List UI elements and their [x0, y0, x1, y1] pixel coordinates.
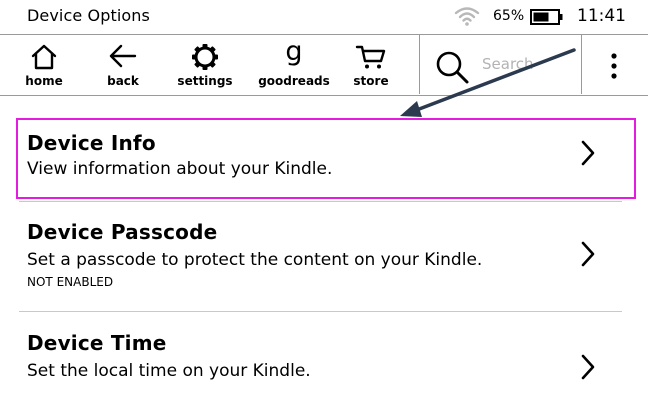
search-box[interactable]	[419, 35, 582, 94]
search-input[interactable]	[482, 55, 572, 73]
battery-icon	[530, 9, 563, 25]
status-bar: Device Options 65% 11:41	[0, 0, 648, 34]
home-label: home	[25, 74, 63, 88]
gear-icon	[192, 44, 218, 70]
home-icon	[31, 44, 57, 70]
list-item-device-time[interactable]: Device Time Set the local time on your K…	[0, 320, 648, 410]
clock: 11:41	[577, 6, 626, 26]
list-item-device-passcode[interactable]: Device Passcode Set a passcode to protec…	[0, 208, 648, 303]
goodreads-button[interactable]: g goodreads	[258, 35, 330, 95]
settings-button[interactable]: settings	[173, 35, 237, 95]
item-title: Device Time	[27, 331, 167, 355]
chevron-right-icon	[581, 354, 595, 380]
vertical-ellipsis-icon[interactable]	[598, 49, 630, 83]
goodreads-label: goodreads	[258, 74, 330, 88]
divider	[19, 201, 622, 202]
status-title: Device Options	[27, 6, 150, 25]
back-arrow-icon	[109, 44, 137, 68]
battery-percentage: 65%	[493, 8, 525, 24]
cart-icon	[355, 45, 386, 69]
status-text: NOT ENABLED	[27, 275, 114, 289]
goodreads-icon: g	[285, 36, 303, 67]
highlight-box	[16, 118, 636, 199]
store-button[interactable]: store	[344, 35, 398, 95]
search-icon[interactable]	[434, 49, 470, 85]
wifi-icon	[454, 7, 480, 26]
item-description: Set the local time on your Kindle.	[27, 361, 311, 381]
chevron-right-icon	[581, 241, 595, 267]
item-description: Set a passcode to protect the content on…	[27, 250, 483, 270]
settings-label: settings	[177, 74, 233, 88]
divider	[19, 311, 622, 312]
back-label: back	[107, 74, 139, 88]
item-title: Device Passcode	[27, 220, 218, 244]
toolbar: home back settings g goodreads store Sea…	[0, 34, 648, 96]
home-button[interactable]: home	[14, 35, 74, 95]
back-button[interactable]: back	[94, 35, 152, 95]
store-label: store	[353, 74, 389, 88]
